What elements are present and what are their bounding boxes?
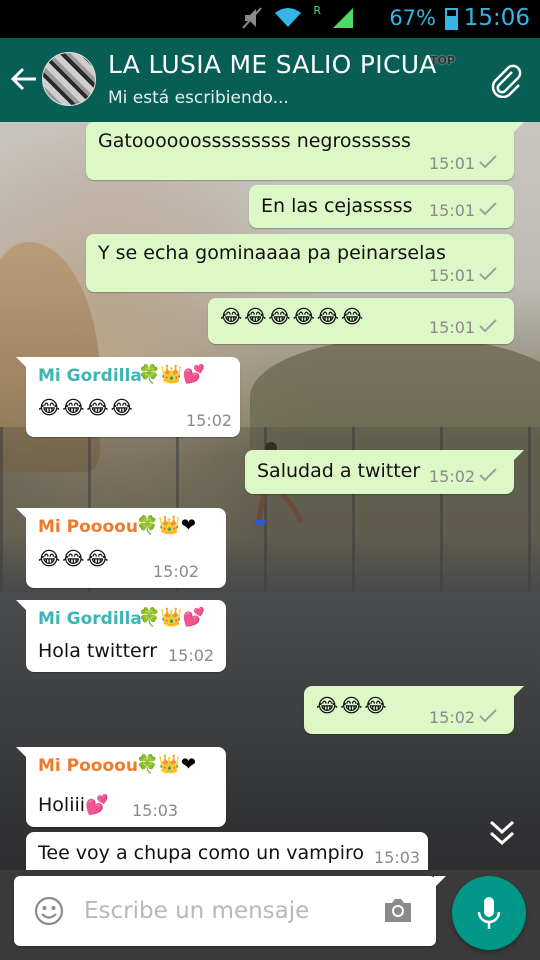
- battery-icon: [445, 8, 458, 30]
- typing-status: Mi está escribiendo...: [108, 88, 289, 108]
- message-bubble-outgoing[interactable]: Saludad a twitter 15:02: [245, 450, 524, 494]
- sender-name: Mi Gordilla: [38, 366, 142, 386]
- top-badge: TOP: [430, 54, 455, 67]
- message-text: Gatoooooosssssssss negrossssss: [98, 130, 411, 152]
- message-bubble-outgoing[interactable]: Gatoooooosssssssss negrossssss 15:01: [86, 122, 524, 180]
- scroll-down-icon[interactable]: [488, 818, 516, 848]
- message-time: 15:02: [168, 646, 215, 665]
- wifi-icon: [275, 8, 302, 27]
- network-type-label: R: [313, 3, 321, 17]
- message-text: En las cejasssss: [261, 195, 413, 217]
- double-check-icon: [479, 155, 497, 169]
- message-text: 😂😂😂😂😂😂: [220, 306, 366, 328]
- message-bubble-incoming[interactable]: Mi Poooou 🍀👑❤ Holiii💕 15:03: [16, 747, 226, 827]
- message-text: Saludad a twitter: [257, 460, 421, 482]
- battery-percentage: 67%: [389, 6, 436, 30]
- sender-emoji: 🍀👑💕: [138, 364, 206, 385]
- chat-title[interactable]: LA LUSIA ME SALIO PICUA: [108, 50, 437, 79]
- message-time: 15:01: [429, 318, 476, 337]
- double-check-icon: [479, 709, 497, 723]
- message-time: 15:02: [429, 467, 476, 486]
- mic-button[interactable]: [452, 876, 526, 950]
- message-composer: [14, 876, 446, 946]
- message-text: Holiii💕: [38, 794, 109, 816]
- message-time: 15:02: [153, 562, 200, 581]
- double-check-icon: [479, 319, 497, 333]
- status-clock: 15:06: [463, 5, 530, 31]
- message-bubble-incoming[interactable]: Mi Poooou 🍀👑❤ 😂😂😂 15:02: [16, 508, 226, 588]
- message-time: 15:01: [429, 154, 476, 173]
- message-text: Hola twitterr: [38, 640, 158, 662]
- message-time: 15:03: [132, 801, 179, 820]
- message-time: 15:02: [186, 411, 233, 430]
- message-text: 😂😂😂: [316, 695, 389, 717]
- message-text: 😂😂😂😂: [38, 397, 135, 419]
- back-arrow-icon[interactable]: [10, 64, 38, 94]
- double-check-icon: [479, 267, 497, 281]
- camera-icon[interactable]: [382, 895, 414, 925]
- message-time: 15:03: [374, 848, 421, 867]
- sender-emoji: 🍀👑💕: [138, 607, 206, 628]
- sender-name: Mi Poooou: [38, 756, 138, 776]
- message-text: Tee voy a chupa como un vampiro: [38, 842, 365, 864]
- group-avatar[interactable]: [42, 52, 96, 106]
- message-input[interactable]: [84, 894, 364, 928]
- message-text: Y se echa gominaaaa pa peinarselas: [98, 242, 446, 264]
- message-bubble-outgoing[interactable]: 😂😂😂😂😂😂 15:01: [208, 298, 514, 344]
- attach-icon[interactable]: [490, 64, 524, 98]
- message-time: 15:02: [429, 708, 476, 727]
- sender-emoji: 🍀👑❤: [136, 754, 196, 775]
- sender-name: Mi Poooou: [38, 517, 138, 537]
- message-time: 15:01: [429, 266, 476, 285]
- chat-area[interactable]: Gatoooooosssssssss negrossssss 15:01 En …: [0, 122, 540, 870]
- emoji-icon[interactable]: [34, 896, 64, 926]
- status-icons: R: [241, 3, 355, 30]
- double-check-icon: [479, 468, 497, 482]
- message-bubble-outgoing[interactable]: Y se echa gominaaaa pa peinarselas 15:01: [86, 234, 514, 292]
- chat-header: LA LUSIA ME SALIO PICUA TOP Mi está escr…: [0, 38, 540, 122]
- message-bubble-outgoing[interactable]: En las cejasssss 15:01: [249, 185, 514, 228]
- mute-icon: [242, 7, 263, 29]
- message-bubble-incoming[interactable]: Mi Gordilla 🍀👑💕 😂😂😂😂 15:02: [16, 357, 240, 437]
- double-check-icon: [479, 202, 497, 216]
- message-bubble-incoming[interactable]: Mi Gordilla 🍀👑💕 Hola twitterr 15:02: [16, 600, 226, 672]
- signal-icon: [333, 8, 353, 28]
- mic-icon: [477, 897, 501, 929]
- message-text: 😂😂😂: [38, 548, 111, 570]
- sender-name: Mi Gordilla: [38, 609, 142, 629]
- message-time: 15:01: [429, 201, 476, 220]
- message-bubble-incoming[interactable]: Tee voy a chupa como un vampiro 15:03: [26, 832, 428, 870]
- status-bar: R 67% 15:06: [0, 0, 540, 38]
- sender-emoji: 🍀👑❤: [136, 515, 196, 536]
- message-bubble-outgoing[interactable]: 😂😂😂 15:02: [304, 686, 524, 734]
